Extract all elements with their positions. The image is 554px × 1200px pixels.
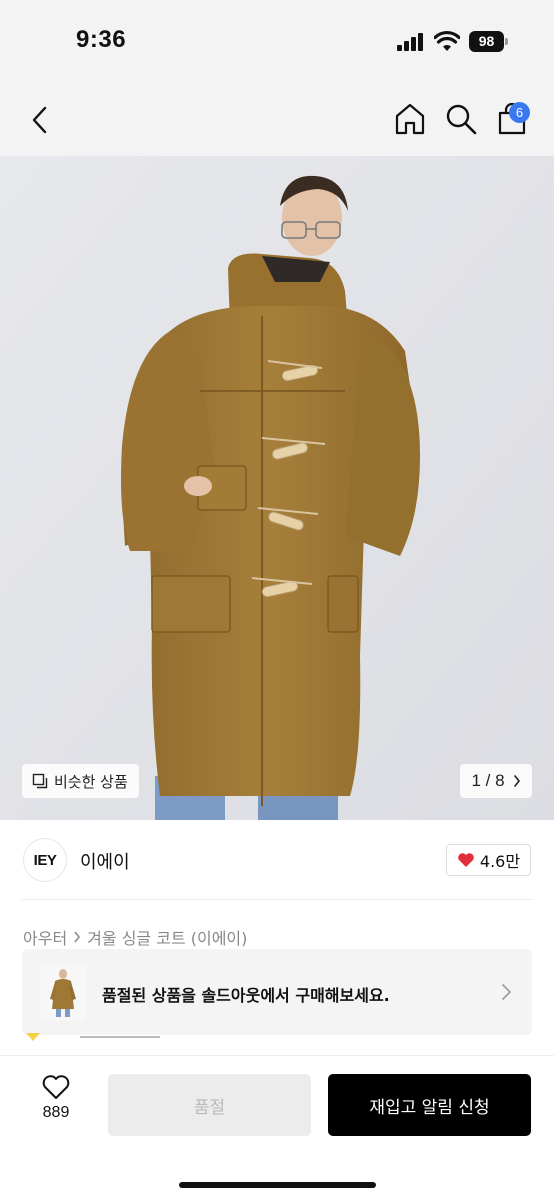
wishlist-button[interactable]: 889: [28, 1074, 84, 1138]
status-bar: 9:36 98: [0, 0, 554, 84]
brand-like-count: 4.6만: [479, 852, 521, 871]
status-time: 9:36: [76, 26, 127, 53]
similar-products-label: 비슷한 상품: [54, 772, 128, 791]
chevron-right-icon: [74, 931, 81, 943]
soldout-promo-banner[interactable]: 품절된 상품을 솔드아웃에서 구매해보세요.: [22, 949, 532, 1035]
search-icon[interactable]: [444, 102, 478, 136]
brand-logo[interactable]: IEY: [23, 838, 67, 882]
brand-row[interactable]: IEY 이에이 4.6만: [0, 820, 554, 900]
breadcrumb-product: 겨울 싱글 코트 (이에이): [87, 929, 248, 948]
heart-filled-icon: [458, 853, 474, 867]
battery-icon: 98: [469, 31, 508, 52]
image-pager-count: 1 / 8: [471, 771, 505, 790]
restock-notify-button[interactable]: 재입고 알림 신청: [328, 1074, 531, 1136]
brand-name[interactable]: 이에이: [80, 848, 130, 874]
wifi-icon: [434, 30, 460, 51]
home-icon[interactable]: [393, 102, 427, 136]
bottom-action-bar: 889 품절 재입고 알림 신청: [0, 1055, 554, 1200]
brand-like-button[interactable]: 4.6만: [446, 844, 531, 876]
chevron-right-icon: [502, 984, 512, 1000]
cellular-signal-icon: [397, 33, 425, 51]
top-nav: [0, 84, 554, 156]
chevron-right-icon: [513, 775, 520, 787]
chevron-left-icon[interactable]: [26, 104, 54, 136]
divider: [80, 1036, 160, 1038]
product-image-gallery[interactable]: 비슷한 상품 1 / 8: [0, 156, 554, 820]
wishlist-count: 889: [42, 1104, 70, 1121]
cart-count-badge: 6: [509, 102, 530, 123]
home-indicator: [179, 1182, 376, 1188]
breadcrumb-category[interactable]: 아우터: [23, 925, 67, 949]
copy-icon: [32, 773, 48, 789]
image-pager[interactable]: 1 / 8: [460, 764, 532, 798]
soldout-button: 품절: [108, 1074, 311, 1136]
battery-level: 98: [469, 31, 504, 52]
similar-products-button[interactable]: 비슷한 상품: [22, 764, 139, 798]
soldout-product-thumbnail: [40, 965, 86, 1021]
soldout-promo-text: 품절된 상품을 솔드아웃에서 구매해보세요.: [102, 986, 390, 1005]
divider: [22, 899, 532, 900]
breadcrumb: 아우터 겨울 싱글 코트 (이에이): [23, 925, 247, 949]
rating-star-icon: [26, 1033, 40, 1041]
heart-outline-icon: [42, 1075, 70, 1099]
product-photo: [0, 156, 554, 820]
